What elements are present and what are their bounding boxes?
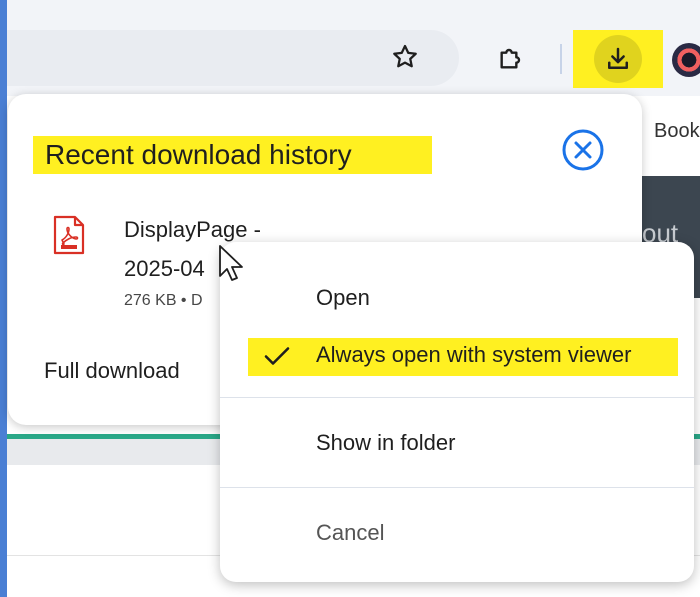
browser-toolbar — [7, 22, 700, 96]
download-file-meta: 276 KB • D — [124, 292, 203, 309]
downloads-button[interactable] — [573, 30, 663, 88]
toolbar-separator — [560, 44, 562, 74]
downloads-button-hover — [594, 35, 642, 83]
puzzle-icon — [500, 48, 521, 69]
menu-separator — [220, 397, 694, 398]
download-context-menu: Open Always open with system viewer Show… — [220, 242, 694, 582]
window-frame-left — [0, 0, 7, 597]
close-button[interactable] — [560, 127, 606, 173]
tab-strip — [7, 0, 700, 22]
menu-item-show-in-folder[interactable]: Show in folder — [316, 430, 455, 456]
menu-item-cancel[interactable]: Cancel — [316, 520, 384, 546]
mouse-cursor-icon — [219, 245, 243, 281]
avatar[interactable] — [672, 43, 700, 77]
close-circle-icon — [562, 129, 604, 171]
bookmark-star-button[interactable] — [388, 40, 422, 74]
star-icon — [393, 44, 417, 68]
downloads-bubble-title: Recent download history — [45, 139, 352, 170]
menu-item-always-open-system-viewer[interactable]: Always open with system viewer — [316, 342, 631, 368]
extensions-button[interactable] — [493, 40, 529, 76]
pdf-icon — [52, 215, 86, 255]
menu-item-open[interactable]: Open — [316, 285, 370, 311]
download-icon — [608, 47, 628, 69]
bookmarks-bar-item[interactable]: Book — [654, 120, 700, 143]
menu-separator — [220, 487, 694, 488]
full-download-history-link[interactable]: Full download — [44, 358, 180, 384]
checkmark-icon — [264, 347, 290, 365]
